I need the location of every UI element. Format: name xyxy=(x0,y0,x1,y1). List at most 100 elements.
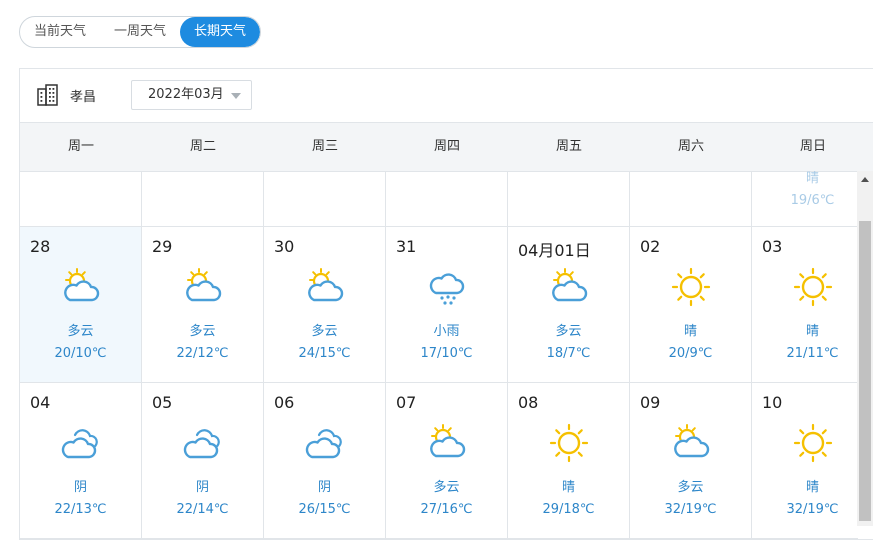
day-cell[interactable]: 28 多云 20/10℃ xyxy=(20,227,142,383)
weekday-mon: 周一 xyxy=(67,139,94,154)
month-select[interactable]: 2022年03月 xyxy=(131,80,252,110)
day-cell[interactable] xyxy=(630,171,752,227)
day-date: 09 xyxy=(640,393,661,412)
overcast-icon xyxy=(183,423,223,463)
month-select-value: 2022年03月 xyxy=(148,87,224,102)
day-cell[interactable]: 05 阴 22/14℃ xyxy=(142,383,264,539)
day-date: 05 xyxy=(152,393,173,412)
day-cell[interactable] xyxy=(142,171,264,227)
day-temperature: 19/6℃ xyxy=(790,193,835,208)
day-cell[interactable] xyxy=(20,171,142,227)
partly-cloudy-icon xyxy=(183,267,223,307)
city-name: 孝昌 xyxy=(70,90,97,105)
sunny-icon xyxy=(793,423,833,463)
day-temperature: 21/11℃ xyxy=(786,346,839,361)
calendar-row-partial: 晴 19/6℃ xyxy=(20,171,858,227)
day-cell[interactable]: 02 晴 20/9℃ xyxy=(630,227,752,383)
day-date: 04月01日 xyxy=(518,241,591,260)
partly-cloudy-icon xyxy=(671,423,711,463)
day-temperature: 20/10℃ xyxy=(54,346,107,361)
vertical-scrollbar[interactable] xyxy=(857,171,873,526)
calendar-grid: 晴 19/6℃ 28 多云 20/10℃ 29 多云 22/12℃ 30 多云 24/15℃ 31… xyxy=(20,171,858,541)
day-condition: 晴 xyxy=(683,324,697,339)
tab-current-weather[interactable]: 当前天气 xyxy=(20,17,100,47)
overcast-icon xyxy=(61,423,101,463)
day-date: 06 xyxy=(274,393,295,412)
weekday-fri: 周五 xyxy=(555,139,582,154)
tab-week-weather[interactable]: 一周天气 xyxy=(100,17,180,47)
day-temperature: 20/9℃ xyxy=(668,346,713,361)
day-temperature: 18/7℃ xyxy=(546,346,591,361)
day-cell[interactable]: 10 晴 32/19℃ xyxy=(752,383,858,539)
day-condition: 阴 xyxy=(195,480,209,495)
day-cell[interactable]: 09 多云 32/19℃ xyxy=(630,383,752,539)
day-cell[interactable]: 晴 19/6℃ xyxy=(752,171,858,227)
calendar-row-week1: 28 多云 20/10℃ 29 多云 22/12℃ 30 多云 24/15℃ 31 小雨 17/10℃… xyxy=(20,227,858,383)
day-date: 04 xyxy=(30,393,51,412)
calendar-row-week2: 04 阴 22/13℃ 05 阴 22/14℃ 06 阴 26/15℃ 07 多云 27/16℃ 08 晴… xyxy=(20,383,858,539)
day-cell[interactable] xyxy=(508,171,630,227)
day-date: 07 xyxy=(396,393,417,412)
day-cell[interactable]: 29 多云 22/12℃ xyxy=(142,227,264,383)
calendar-toolbar: 孝昌 2022年03月 xyxy=(20,69,873,122)
day-condition: 阴 xyxy=(317,480,331,495)
partly-cloudy-icon xyxy=(427,423,467,463)
overcast-icon xyxy=(305,423,345,463)
weekday-wed: 周三 xyxy=(311,139,338,154)
weekday-tue: 周二 xyxy=(189,139,216,154)
day-date: 28 xyxy=(30,237,51,256)
tab-long-term-weather[interactable]: 长期天气 xyxy=(180,17,261,47)
day-date: 29 xyxy=(152,237,173,256)
building-icon xyxy=(37,84,58,106)
day-cell[interactable]: 06 阴 26/15℃ xyxy=(264,383,386,539)
chevron-down-icon xyxy=(231,93,241,99)
calendar-card: 孝昌 2022年03月 周一 周二 周三 周四 周五 周六 周日 晴 19/6℃… xyxy=(19,68,873,540)
day-cell[interactable]: 04月01日 多云 18/7℃ xyxy=(508,227,630,383)
day-temperature: 26/15℃ xyxy=(298,502,351,517)
day-temperature: 17/10℃ xyxy=(420,346,473,361)
day-condition: 小雨 xyxy=(433,324,460,339)
day-cell[interactable]: 31 小雨 17/10℃ xyxy=(386,227,508,383)
day-condition: 多云 xyxy=(311,324,338,339)
day-cell[interactable]: 30 多云 24/15℃ xyxy=(264,227,386,383)
sunny-icon xyxy=(793,267,833,307)
day-cell[interactable]: 03 晴 21/11℃ xyxy=(752,227,858,383)
day-date: 31 xyxy=(396,237,417,256)
day-cell[interactable] xyxy=(264,171,386,227)
day-temperature: 29/18℃ xyxy=(542,502,595,517)
day-temperature: 32/19℃ xyxy=(664,502,717,517)
day-cell[interactable]: 07 多云 27/16℃ xyxy=(386,383,508,539)
day-condition: 晴 xyxy=(561,480,575,495)
day-condition: 晴 xyxy=(805,324,819,339)
partly-cloudy-icon xyxy=(549,267,589,307)
day-condition: 晴 xyxy=(805,171,819,186)
day-date: 30 xyxy=(274,237,295,256)
weekday-header: 周一 周二 周三 周四 周五 周六 周日 xyxy=(20,122,873,172)
scroll-up-arrow-icon[interactable] xyxy=(861,177,869,182)
day-condition: 多云 xyxy=(433,480,460,495)
scrollbar-thumb[interactable] xyxy=(859,221,871,521)
view-tabs: 当前天气 一周天气 长期天气 xyxy=(19,16,262,48)
weekday-thu: 周四 xyxy=(433,139,460,154)
sunny-icon xyxy=(549,423,589,463)
day-temperature: 22/14℃ xyxy=(176,502,229,517)
sunny-icon xyxy=(671,267,711,307)
day-temperature: 27/16℃ xyxy=(420,502,473,517)
day-temperature: 22/12℃ xyxy=(176,346,229,361)
day-cell[interactable]: 08 晴 29/18℃ xyxy=(508,383,630,539)
partly-cloudy-icon xyxy=(61,267,101,307)
day-condition: 阴 xyxy=(73,480,87,495)
day-condition: 多云 xyxy=(189,324,216,339)
day-cell[interactable]: 04 阴 22/13℃ xyxy=(20,383,142,539)
partly-cloudy-icon xyxy=(305,267,345,307)
day-temperature: 32/19℃ xyxy=(786,502,839,517)
day-date: 03 xyxy=(762,237,783,256)
day-condition: 多云 xyxy=(67,324,94,339)
day-date: 02 xyxy=(640,237,661,256)
light-rain-icon xyxy=(427,267,467,307)
day-date: 10 xyxy=(762,393,783,412)
day-condition: 晴 xyxy=(805,480,819,495)
day-date: 08 xyxy=(518,393,539,412)
day-cell[interactable] xyxy=(386,171,508,227)
weekday-sun: 周日 xyxy=(799,139,826,154)
